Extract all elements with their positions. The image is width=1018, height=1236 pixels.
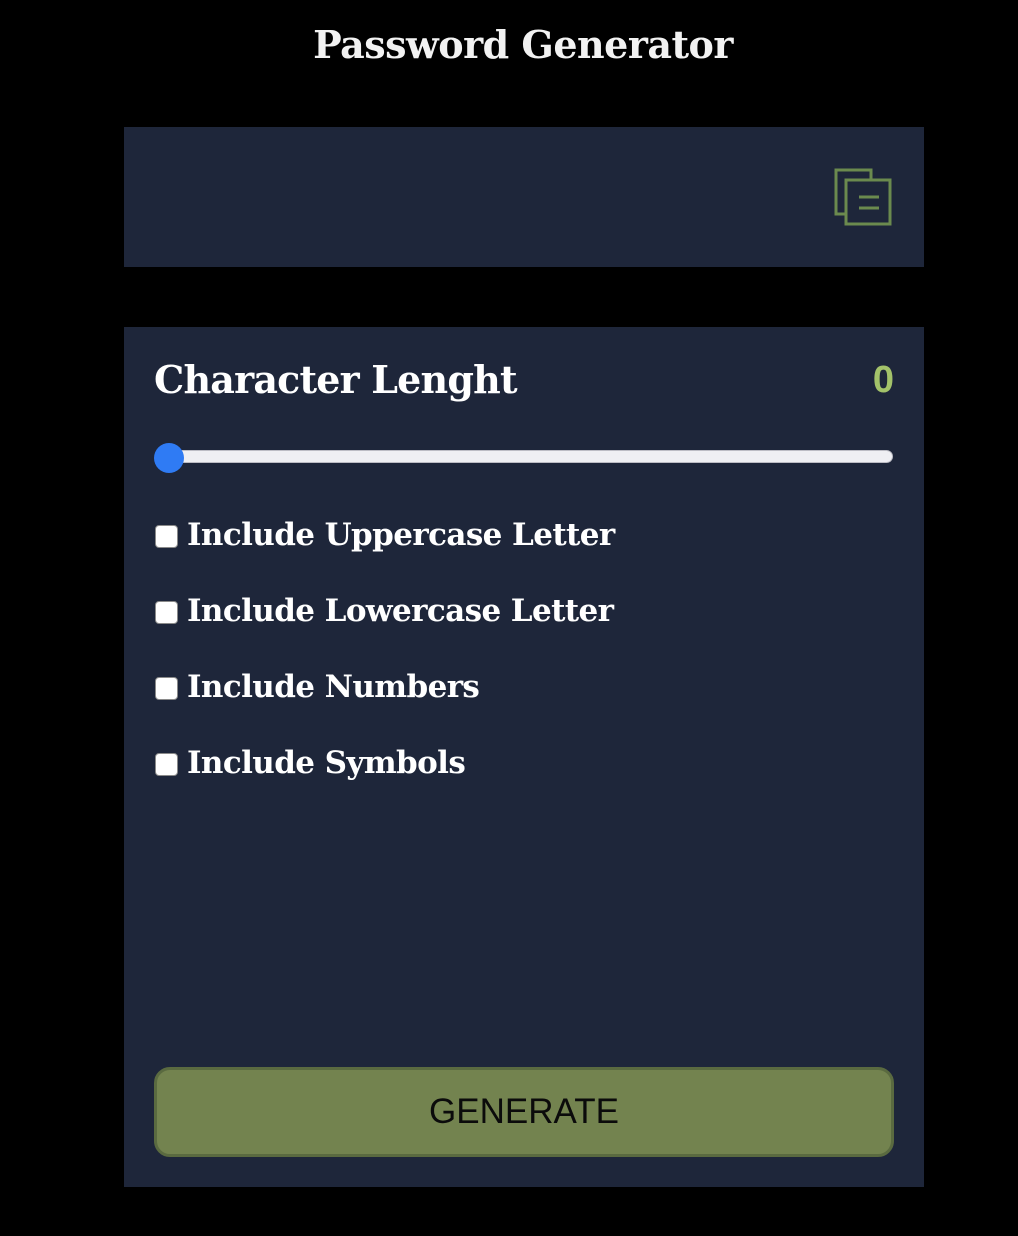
symbols-checkbox[interactable] (155, 753, 178, 776)
slider-thumb[interactable] (154, 443, 184, 473)
lowercase-label[interactable]: Include Lowercase Letter (187, 593, 614, 629)
numbers-checkbox[interactable] (155, 677, 178, 700)
copy-button[interactable] (834, 167, 894, 227)
character-length-value: 0 (872, 359, 894, 401)
settings-panel: Character Lenght 0 Include Uppercase Let… (124, 327, 924, 1187)
slider-track[interactable] (155, 450, 893, 463)
password-output-panel (124, 127, 924, 267)
generate-button[interactable]: GENERATE (154, 1067, 894, 1157)
symbols-label[interactable]: Include Symbols (187, 745, 466, 781)
uppercase-checkbox[interactable] (155, 525, 178, 548)
option-uppercase[interactable]: Include Uppercase Letter (154, 517, 894, 593)
uppercase-label[interactable]: Include Uppercase Letter (187, 517, 615, 553)
character-length-label: Character Lenght (154, 357, 518, 402)
numbers-label[interactable]: Include Numbers (187, 669, 480, 705)
length-header: Character Lenght 0 (154, 357, 894, 407)
option-lowercase[interactable]: Include Lowercase Letter (154, 593, 894, 669)
option-symbols[interactable]: Include Symbols (154, 745, 894, 821)
page-title: Password Generator (313, 22, 733, 67)
length-slider[interactable] (154, 443, 893, 473)
copy-icon (834, 168, 892, 226)
options-list: Include Uppercase Letter Include Lowerca… (154, 517, 894, 821)
lowercase-checkbox[interactable] (155, 601, 178, 624)
option-numbers[interactable]: Include Numbers (154, 669, 894, 745)
